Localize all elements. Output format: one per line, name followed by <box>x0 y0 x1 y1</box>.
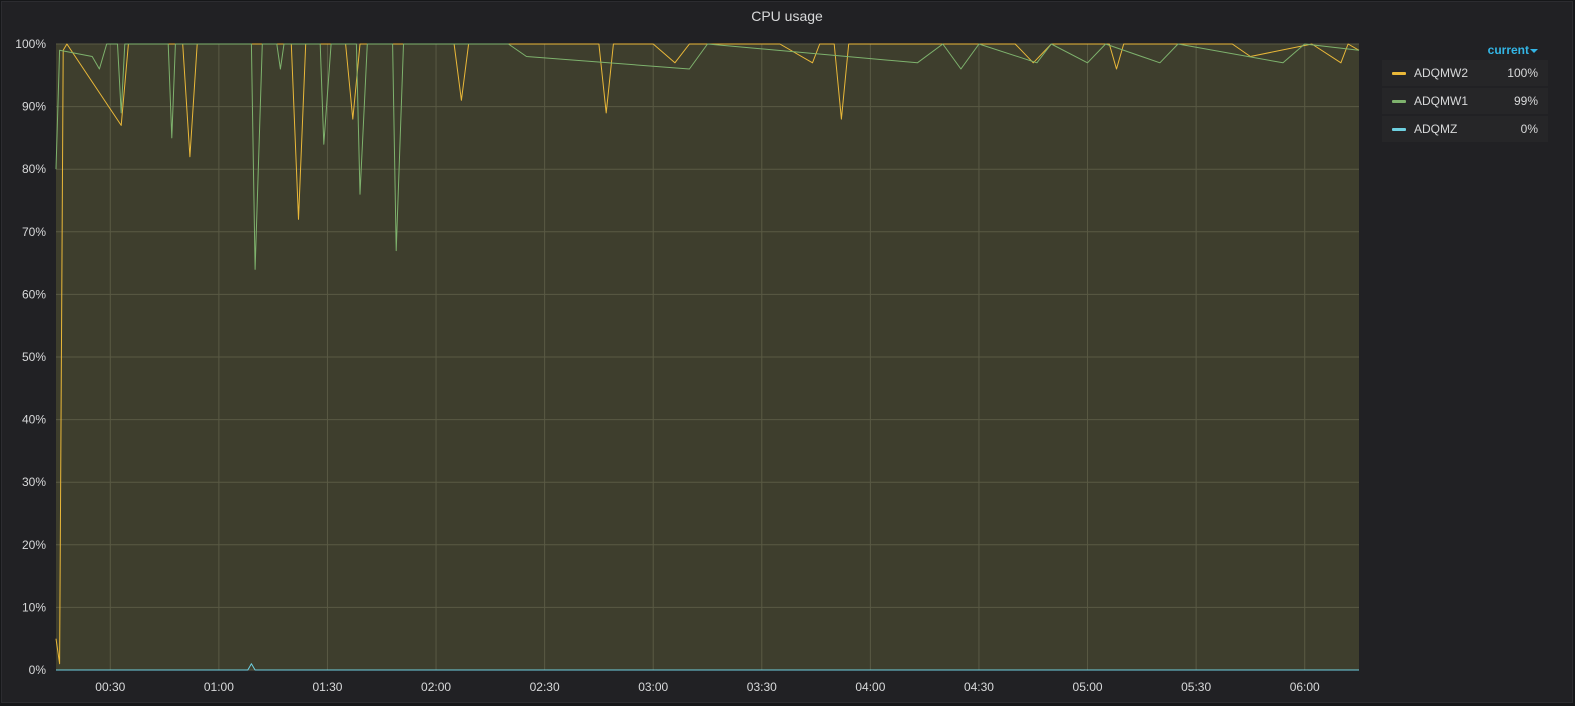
x-tick-label: 03:30 <box>747 680 777 694</box>
legend-current-value: 100% <box>1507 66 1538 80</box>
x-tick-label: 00:30 <box>95 680 125 694</box>
y-tick-label: 70% <box>22 225 46 239</box>
y-tick-label: 90% <box>22 100 46 114</box>
cpu-usage-chart: 0% 10% 20% 30% 40% 50% 60% 70% 80% 90% 100% 00:30 01… <box>15 37 1360 694</box>
x-tick-label: 06:00 <box>1290 680 1320 694</box>
x-tick-label: 05:00 <box>1073 680 1103 694</box>
y-tick-label: 60% <box>22 287 46 301</box>
legend-current-value: 99% <box>1513 94 1538 108</box>
x-tick-label: 01:00 <box>204 680 234 694</box>
y-tick-label: 20% <box>22 538 46 552</box>
series-color-icon[interactable] <box>1392 100 1406 103</box>
legend-series-name: ADQMZ <box>1414 122 1458 136</box>
caret-down-icon <box>1530 48 1538 53</box>
x-tick-label: 04:30 <box>964 680 994 694</box>
y-tick-label: 100% <box>15 37 46 51</box>
legend-item-adqmw1[interactable]: ADQMW1 99% <box>1382 88 1548 114</box>
legend-item-adqmz[interactable]: ADQMZ 0% <box>1382 116 1548 142</box>
series-color-icon[interactable] <box>1392 72 1406 75</box>
legend-series-name: ADQMW1 <box>1414 94 1468 108</box>
legend-sort-header[interactable]: current <box>1382 40 1548 60</box>
x-tick-label: 05:30 <box>1181 680 1211 694</box>
y-tick-label: 10% <box>22 600 46 614</box>
y-tick-label: 0% <box>29 663 47 677</box>
cpu-usage-panel: CPU usage 0% 10% 20% 30% 40% 50% 60% 70% 80% 90% 1… <box>1 1 1573 703</box>
y-tick-label: 40% <box>22 413 46 427</box>
y-tick-label: 80% <box>22 162 46 176</box>
y-tick-label: 30% <box>22 475 46 489</box>
x-tick-label: 02:30 <box>530 680 560 694</box>
legend-header-label: current <box>1487 43 1529 57</box>
legend-current-value: 0% <box>1520 122 1538 136</box>
x-tick-label: 02:00 <box>421 680 451 694</box>
x-tick-label: 01:30 <box>312 680 342 694</box>
x-tick-label: 03:00 <box>638 680 668 694</box>
y-tick-label: 50% <box>22 350 46 364</box>
legend-item-adqmw2[interactable]: ADQMW2 100% <box>1382 60 1548 86</box>
series-color-icon[interactable] <box>1392 128 1406 131</box>
legend-series-name: ADQMW2 <box>1414 66 1468 80</box>
legend: current ADQMW2 100% ADQMW1 99% ADQMZ 0% <box>1382 40 1548 144</box>
x-tick-label: 04:00 <box>855 680 885 694</box>
